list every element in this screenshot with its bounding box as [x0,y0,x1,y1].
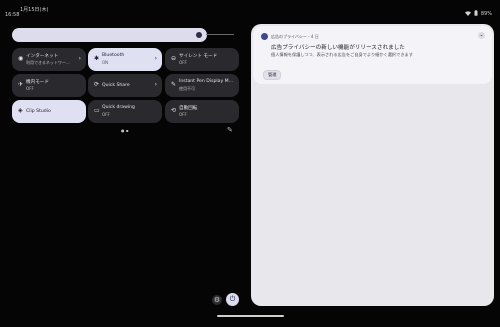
do-not-disturb-icon: ⊖ [171,55,177,62]
status-icons: 89% [464,10,492,18]
bluetooth-icon: ✱ [94,55,100,62]
battery-percent: 89% [480,11,492,17]
brightness-slider-thumb[interactable] [196,32,202,38]
tile-airplane[interactable]: ✈ 機内モード OFF [12,74,86,97]
tile-title: 自動回転 [179,106,198,111]
tile-quick-drawing[interactable]: ▭ Quick drawing OFF [88,100,162,123]
tile-quick-share[interactable]: ⟳ Quick Share › [88,74,162,97]
tile-title: Instant Pen Display M... [179,79,233,84]
tile-subtitle: OFF [179,60,187,65]
chevron-right-icon[interactable]: › [79,55,81,62]
tile-subtitle: ON [102,60,109,65]
brightness-slider[interactable] [12,28,207,42]
tile-auto-rotate[interactable]: ⟲ 自動回転 OFF [165,100,239,123]
status-time: 16:58 [5,12,20,18]
auto-rotate-icon: ⟲ [171,107,177,114]
tile-wifi[interactable]: ◉ インターネット 利用できるネットワー... › [12,48,86,71]
tile-pen-display[interactable]: ✎ Instant Pen Display M... 使用不可 [165,74,239,97]
manage-button[interactable]: 管理 [263,70,282,80]
page-indicator: ● ▪ [121,128,129,133]
quick-drawing-icon: ▭ [94,107,100,114]
airplane-icon: ✈ [18,81,24,88]
tile-clip-studio[interactable]: ◈ Clip Studio [12,100,86,123]
tile-subtitle: OFF [102,112,110,117]
wifi-icon [464,10,471,18]
tile-title: Clip Studio [26,109,51,114]
notification-card[interactable]: 広告のプライバシー・4 日 ⌄ 広告プライバシーの新しい機能がリリースされました… [253,26,492,84]
quick-share-icon: ⟳ [94,81,100,88]
notification-app-name: 広告のプライバシー・4 日 [271,34,319,39]
tile-title: インターネット [26,54,59,59]
brightness-slider-remainder [206,34,234,35]
battery-icon [474,10,478,18]
power-button[interactable]: ⏻ [226,293,239,306]
home-handle[interactable] [217,315,284,317]
tile-title: Quick Share [102,83,130,88]
tile-title: 機内モード [26,80,49,85]
notification-body: 個人情報を保護しつつ、表示される広告をご自身でより細かく選択できます [271,52,413,57]
clip-studio-icon: ◈ [18,107,23,114]
tile-bluetooth[interactable]: ✱ Bluetooth ON › [88,48,162,71]
expand-icon[interactable]: ⌄ [478,32,485,39]
notification-title: 広告プライバシーの新しい機能がリリースされました [271,45,405,51]
tile-title: Bluetooth [102,53,125,58]
tile-subtitle: 利用できるネットワー... [26,60,70,65]
tile-subtitle: OFF [179,112,187,117]
tile-title: サイレント モード [179,54,218,59]
chevron-right-icon[interactable]: › [155,55,157,62]
edit-icon[interactable]: ✎ [227,126,233,134]
wifi-icon: ◉ [18,55,24,62]
status-date: 1月15日(木) [20,7,49,13]
pen-display-icon: ✎ [171,81,177,88]
tile-do-not-disturb[interactable]: ⊖ サイレント モード OFF [165,48,239,71]
tile-subtitle: 使用不可 [179,86,195,91]
settings-button[interactable]: ⚙ [212,295,222,305]
app-icon [261,33,268,40]
chevron-right-icon[interactable]: › [155,81,157,88]
tile-subtitle: OFF [26,86,34,91]
tile-title: Quick drawing [102,105,135,110]
